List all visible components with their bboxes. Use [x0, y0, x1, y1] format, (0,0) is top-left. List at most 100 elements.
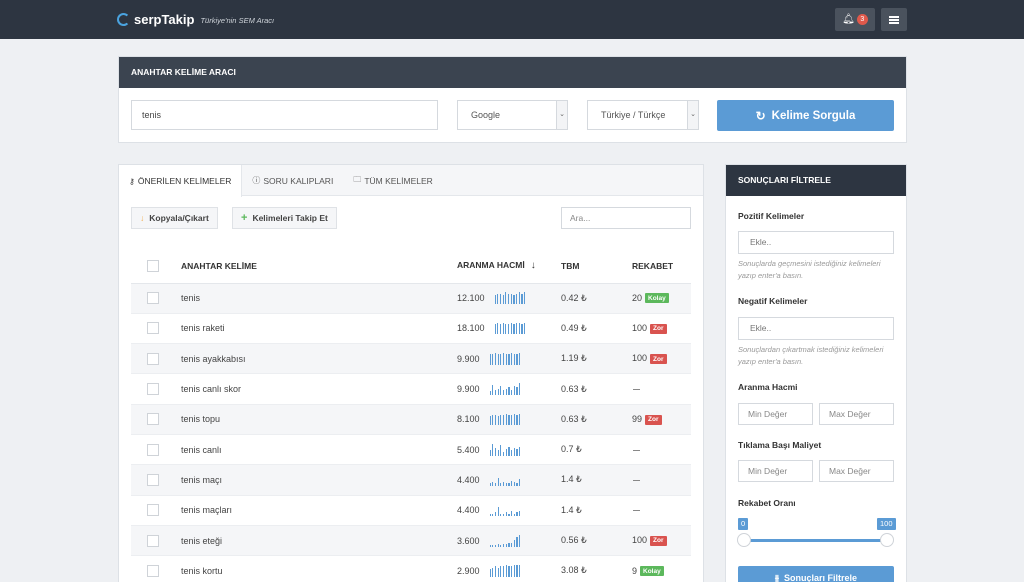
column-keyword[interactable]: ANAHTAR KELİME — [181, 249, 457, 284]
trend-bar — [507, 293, 510, 305]
trend-bar — [511, 389, 513, 396]
cpc-filter-label: Tıklama Başı Maliyet — [738, 440, 822, 450]
column-volume[interactable]: ARANMA HACMİ ↓ — [457, 249, 561, 284]
search-engine-value: Google — [471, 110, 501, 120]
trend-bar — [513, 513, 515, 517]
trend-bar — [505, 413, 507, 426]
trend-bar — [521, 324, 523, 335]
trend-bar — [502, 389, 505, 396]
table-row[interactable]: tenis ayakkabısı 9.900 1.19 ₺ 100 Zor — [131, 343, 691, 375]
trend-bar — [511, 566, 513, 577]
row-checkbox[interactable] — [147, 352, 159, 365]
language-select[interactable]: Türkiye / Türkçe ⌄ — [587, 100, 699, 130]
trend-bar — [505, 292, 507, 305]
refresh-icon: ↻ — [755, 108, 766, 123]
competition-cell — [632, 434, 691, 466]
logo[interactable]: serpTakip Türkiye'nin SEM Aracı — [117, 12, 274, 27]
keyword-cell: tenis canlı — [181, 434, 457, 466]
filter-results-button[interactable]: ⫵ Sonuçları Filtrele — [738, 566, 894, 582]
volume-min-input[interactable]: Min Değer — [738, 403, 813, 425]
table-row[interactable]: tenis canlı 5.400 0.7 ₺ — [131, 434, 691, 466]
positive-keywords-hint: Sonuçlarda geçmesini istediğiniz kelimel… — [738, 259, 881, 280]
volume-value: 12.100 — [457, 293, 485, 304]
negative-keywords-input[interactable]: Ekle.. — [738, 317, 894, 340]
cpc-cell: 0.7 ₺ — [561, 434, 632, 466]
trend-bar — [519, 534, 521, 547]
trend-bar — [505, 483, 507, 486]
plus-icon: + — [241, 212, 248, 224]
trend-bar — [516, 387, 518, 396]
results-panel: ⚷ ÖNERİLEN KELİMELER ⓘ SORU KALIPLARI 🗀︎… — [118, 164, 704, 582]
row-checkbox[interactable] — [147, 413, 159, 426]
row-checkbox[interactable] — [147, 383, 159, 396]
keyword-cell: tenis ayakkabısı — [181, 343, 457, 375]
trend-bar — [505, 543, 507, 547]
trend-bar — [513, 295, 515, 305]
table-row[interactable]: tenis kortu 2.900 3.08 ₺ 9 Kolay — [131, 555, 691, 582]
tab-suggested-keywords[interactable]: ⚷ ÖNERİLEN KELİMELER — [119, 165, 243, 197]
menu-button[interactable] — [881, 8, 907, 31]
column-cpc[interactable]: TBM — [561, 249, 632, 284]
cpc-cell: 1.4 ₺ — [561, 495, 632, 526]
trend-bar — [510, 322, 512, 335]
trend-bar — [505, 565, 507, 577]
trend-bar — [511, 414, 513, 426]
volume-max-input[interactable]: Max Değer — [819, 403, 894, 425]
keyword-cell: tenis — [181, 283, 457, 314]
cpc-max-input[interactable]: Max Değer — [819, 460, 894, 482]
trend-bar — [502, 566, 505, 577]
trend-bar — [505, 324, 507, 335]
trend-bar — [511, 511, 513, 517]
trend-bar — [516, 449, 518, 456]
range-min-handle[interactable] — [737, 533, 751, 547]
search-engine-select[interactable]: Google ⌄ — [457, 100, 568, 130]
range-max-value: 100 — [877, 518, 896, 530]
table-row[interactable]: tenis raketi 18.100 0.49 ₺ 100 Zor — [131, 313, 691, 345]
tab-all-keywords[interactable]: 🗀︎ TÜM KELİMELER — [343, 165, 443, 196]
no-data-dash — [633, 480, 640, 482]
trend-bar — [516, 414, 518, 426]
results-search-input[interactable]: Ara... — [561, 207, 691, 229]
notifications-button[interactable]: 🔔︎ 3 — [835, 8, 875, 31]
keyword-cell: tenis raketi — [181, 313, 457, 345]
volume-trend-sparkline — [489, 413, 521, 426]
row-checkbox[interactable] — [147, 473, 159, 486]
volume-value: 4.400 — [457, 505, 480, 516]
table-row[interactable]: tenis topu 8.100 0.63 ₺ 99 Zor — [131, 404, 691, 435]
query-keyword-button[interactable]: ↻ Kelime Sorgula — [717, 100, 894, 131]
trend-bar — [513, 447, 515, 456]
volume-filter-label: Aranma Hacmi — [738, 382, 798, 392]
select-all-checkbox[interactable] — [147, 259, 159, 272]
tab-question-patterns[interactable]: ⓘ SORU KALIPLARI — [242, 165, 343, 196]
table-row[interactable]: tenis maçları 4.400 1.4 ₺ — [131, 495, 691, 526]
filter-button-label: Sonuçları Filtrele — [784, 573, 858, 582]
table-row[interactable]: tenis eteği 3.600 0.56 ₺ 100 Zor — [131, 525, 691, 557]
keyword-cell: tenis canlı skor — [181, 373, 457, 405]
table-row[interactable]: tenis 12.100 0.42 ₺ 20 Kolay — [131, 283, 691, 314]
row-checkbox[interactable] — [147, 504, 159, 517]
competition-range-track[interactable] — [744, 539, 888, 542]
row-checkbox[interactable] — [147, 564, 159, 577]
trend-bar — [516, 322, 518, 335]
copy-export-button[interactable]: ↓ Kopyala/Çıkart — [131, 207, 218, 229]
positive-keywords-input[interactable]: Ekle.. — [738, 231, 894, 254]
row-checkbox[interactable] — [147, 292, 159, 305]
row-checkbox[interactable] — [147, 443, 159, 456]
row-checkbox[interactable] — [147, 534, 159, 547]
track-keywords-button[interactable]: + Kelimeleri Takip Et — [232, 207, 337, 229]
question-icon: ⓘ — [252, 176, 261, 185]
table-row[interactable]: tenis maçı 4.400 1.4 ₺ — [131, 464, 691, 496]
brand-name: serpTakip — [134, 12, 195, 27]
cpc-cell: 0.63 ₺ — [561, 404, 632, 435]
trend-bar — [505, 388, 507, 396]
row-checkbox[interactable] — [147, 322, 159, 335]
range-max-handle[interactable] — [880, 533, 894, 547]
volume-value: 4.400 — [457, 474, 480, 485]
cpc-min-input[interactable]: Min Değer — [738, 460, 813, 482]
table-row[interactable]: tenis canlı skor 9.900 0.63 ₺ — [131, 373, 691, 405]
key-icon: ⚷ — [129, 176, 135, 186]
keyword-input[interactable]: tenis — [131, 100, 438, 130]
column-competition[interactable]: REKABET — [632, 249, 691, 284]
volume-value: 8.100 — [457, 414, 480, 425]
trend-bar — [497, 388, 499, 396]
